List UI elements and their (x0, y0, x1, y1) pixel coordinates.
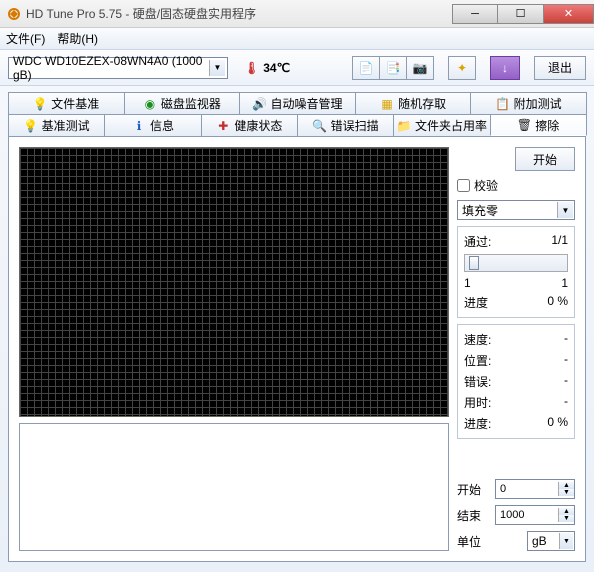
pass-panel: 通过: 1/1 1 1 进度 0 % (457, 226, 575, 318)
fill-mode-select[interactable]: 填充零 ▼ (457, 200, 575, 220)
menu-file[interactable]: 文件(F) (6, 30, 45, 47)
start-pos-field[interactable] (496, 483, 558, 495)
tab-错误扫描[interactable]: 🔍错误扫描 (297, 114, 394, 136)
unit-value: gB (532, 534, 547, 548)
fill-mode-value: 填充零 (462, 202, 498, 219)
position-label: 位置: (464, 352, 491, 369)
tab-label: 附加测试 (514, 95, 562, 112)
start-pos-input[interactable]: ▲▼ (495, 479, 575, 499)
maximize-button[interactable]: ☐ (498, 4, 544, 24)
elapsed-label: 用时: (464, 394, 491, 411)
gear-icon: ✦ (457, 61, 467, 75)
chevron-down-icon: ▼ (557, 202, 573, 218)
erase-block-map (19, 147, 449, 417)
status-panel: 速度: - 位置: - 错误: - 用时: - 进度: 0 % (457, 324, 575, 439)
exit-button[interactable]: 退出 (534, 56, 586, 80)
tab-label: 基准测试 (42, 117, 90, 134)
tab-label: 信息 (150, 117, 174, 134)
spinner-up-icon[interactable]: ▲ (559, 482, 574, 489)
start-button-label: 开始 (533, 151, 557, 168)
end-pos-input[interactable]: ▲▼ (495, 505, 575, 525)
progress2-label: 进度: (464, 415, 491, 432)
verify-label: 校验 (474, 177, 498, 194)
screenshot-button[interactable]: 📷 (406, 56, 434, 80)
errors-label: 错误: (464, 373, 491, 390)
elapsed-value: - (564, 394, 568, 411)
tab-磁盘监视器[interactable]: ◉磁盘监视器 (124, 92, 241, 114)
progress-value: 0 % (547, 294, 568, 311)
tab-label: 文件夹占用率 (415, 117, 487, 134)
start-button[interactable]: 开始 (515, 147, 575, 171)
spinner-down-icon[interactable]: ▼ (559, 489, 574, 496)
pass-value: 1/1 (551, 233, 568, 250)
tab-健康状态[interactable]: ✚健康状态 (201, 114, 298, 136)
drive-select[interactable]: WDC WD10EZEX-08WN4A0 (1000 gB) ▼ (8, 57, 228, 79)
errors-value: - (564, 373, 568, 390)
tab-label: 磁盘监视器 (161, 95, 221, 112)
start-pos-label: 开始 (457, 481, 489, 498)
tab-label: 文件基准 (51, 95, 99, 112)
verify-checkbox[interactable] (457, 179, 470, 192)
app-icon (6, 6, 22, 22)
temperature-value: 34℃ (263, 61, 290, 75)
minimize-button[interactable]: ─ (452, 4, 498, 24)
copy-icon: 📄 (359, 61, 374, 75)
tab-label: 错误扫描 (331, 117, 379, 134)
log-area (19, 423, 449, 551)
tab-自动噪音管理[interactable]: 🔊自动噪音管理 (239, 92, 356, 114)
chevron-down-icon: ▼ (209, 60, 225, 76)
spinner-down-icon[interactable]: ▼ (559, 515, 574, 522)
speed-value: - (564, 331, 568, 348)
copy-all-button[interactable]: 📑 (379, 56, 407, 80)
tab-擦除[interactable]: 🗑擦除 (490, 114, 587, 136)
drive-select-value: WDC WD10EZEX-08WN4A0 (1000 gB) (13, 54, 223, 82)
unit-label: 单位 (457, 533, 489, 550)
temperature-display: 🌡 34℃ (244, 61, 290, 75)
thermometer-icon: 🌡 (244, 61, 259, 75)
spinner-up-icon[interactable]: ▲ (559, 508, 574, 515)
tab-文件夹占用率[interactable]: 📁文件夹占用率 (393, 114, 490, 136)
copy-stack-icon: 📑 (386, 61, 401, 75)
unit-select[interactable]: gB ▼ (527, 531, 575, 551)
tab-label: 随机存取 (398, 95, 446, 112)
tab-文件基准[interactable]: 💡文件基准 (8, 92, 125, 114)
pass-slider[interactable] (464, 254, 568, 272)
slider-thumb[interactable] (469, 256, 479, 270)
tab-信息[interactable]: ℹ信息 (104, 114, 201, 136)
copy-button[interactable]: 📄 (352, 56, 380, 80)
menu-help[interactable]: 帮助(H) (57, 30, 98, 47)
tab-基准测试[interactable]: 💡基准测试 (8, 114, 105, 136)
tab-label: 自动噪音管理 (270, 95, 342, 112)
pass-label: 通过: (464, 233, 491, 250)
range-min: 1 (464, 276, 471, 290)
save-button[interactable]: ↓ (490, 56, 520, 80)
progress2-value: 0 % (547, 415, 568, 432)
tab-随机存取[interactable]: ▦随机存取 (355, 92, 472, 114)
end-pos-label: 结束 (457, 507, 489, 524)
camera-icon: 📷 (413, 61, 428, 75)
down-arrow-icon: ↓ (502, 61, 508, 75)
options-button[interactable]: ✦ (448, 56, 476, 80)
progress-label: 进度 (464, 294, 488, 311)
position-value: - (564, 352, 568, 369)
tab-附加测试[interactable]: 📋附加测试 (470, 92, 587, 114)
exit-label: 退出 (548, 59, 572, 76)
tab-label: 擦除 (535, 117, 559, 134)
tab-label: 健康状态 (234, 117, 282, 134)
window-title: HD Tune Pro 5.75 - 硬盘/固态硬盘实用程序 (26, 5, 452, 22)
close-button[interactable]: ✕ (544, 4, 594, 24)
range-max: 1 (561, 276, 568, 290)
end-pos-field[interactable] (496, 509, 558, 521)
speed-label: 速度: (464, 331, 491, 348)
chevron-down-icon: ▼ (559, 533, 573, 549)
